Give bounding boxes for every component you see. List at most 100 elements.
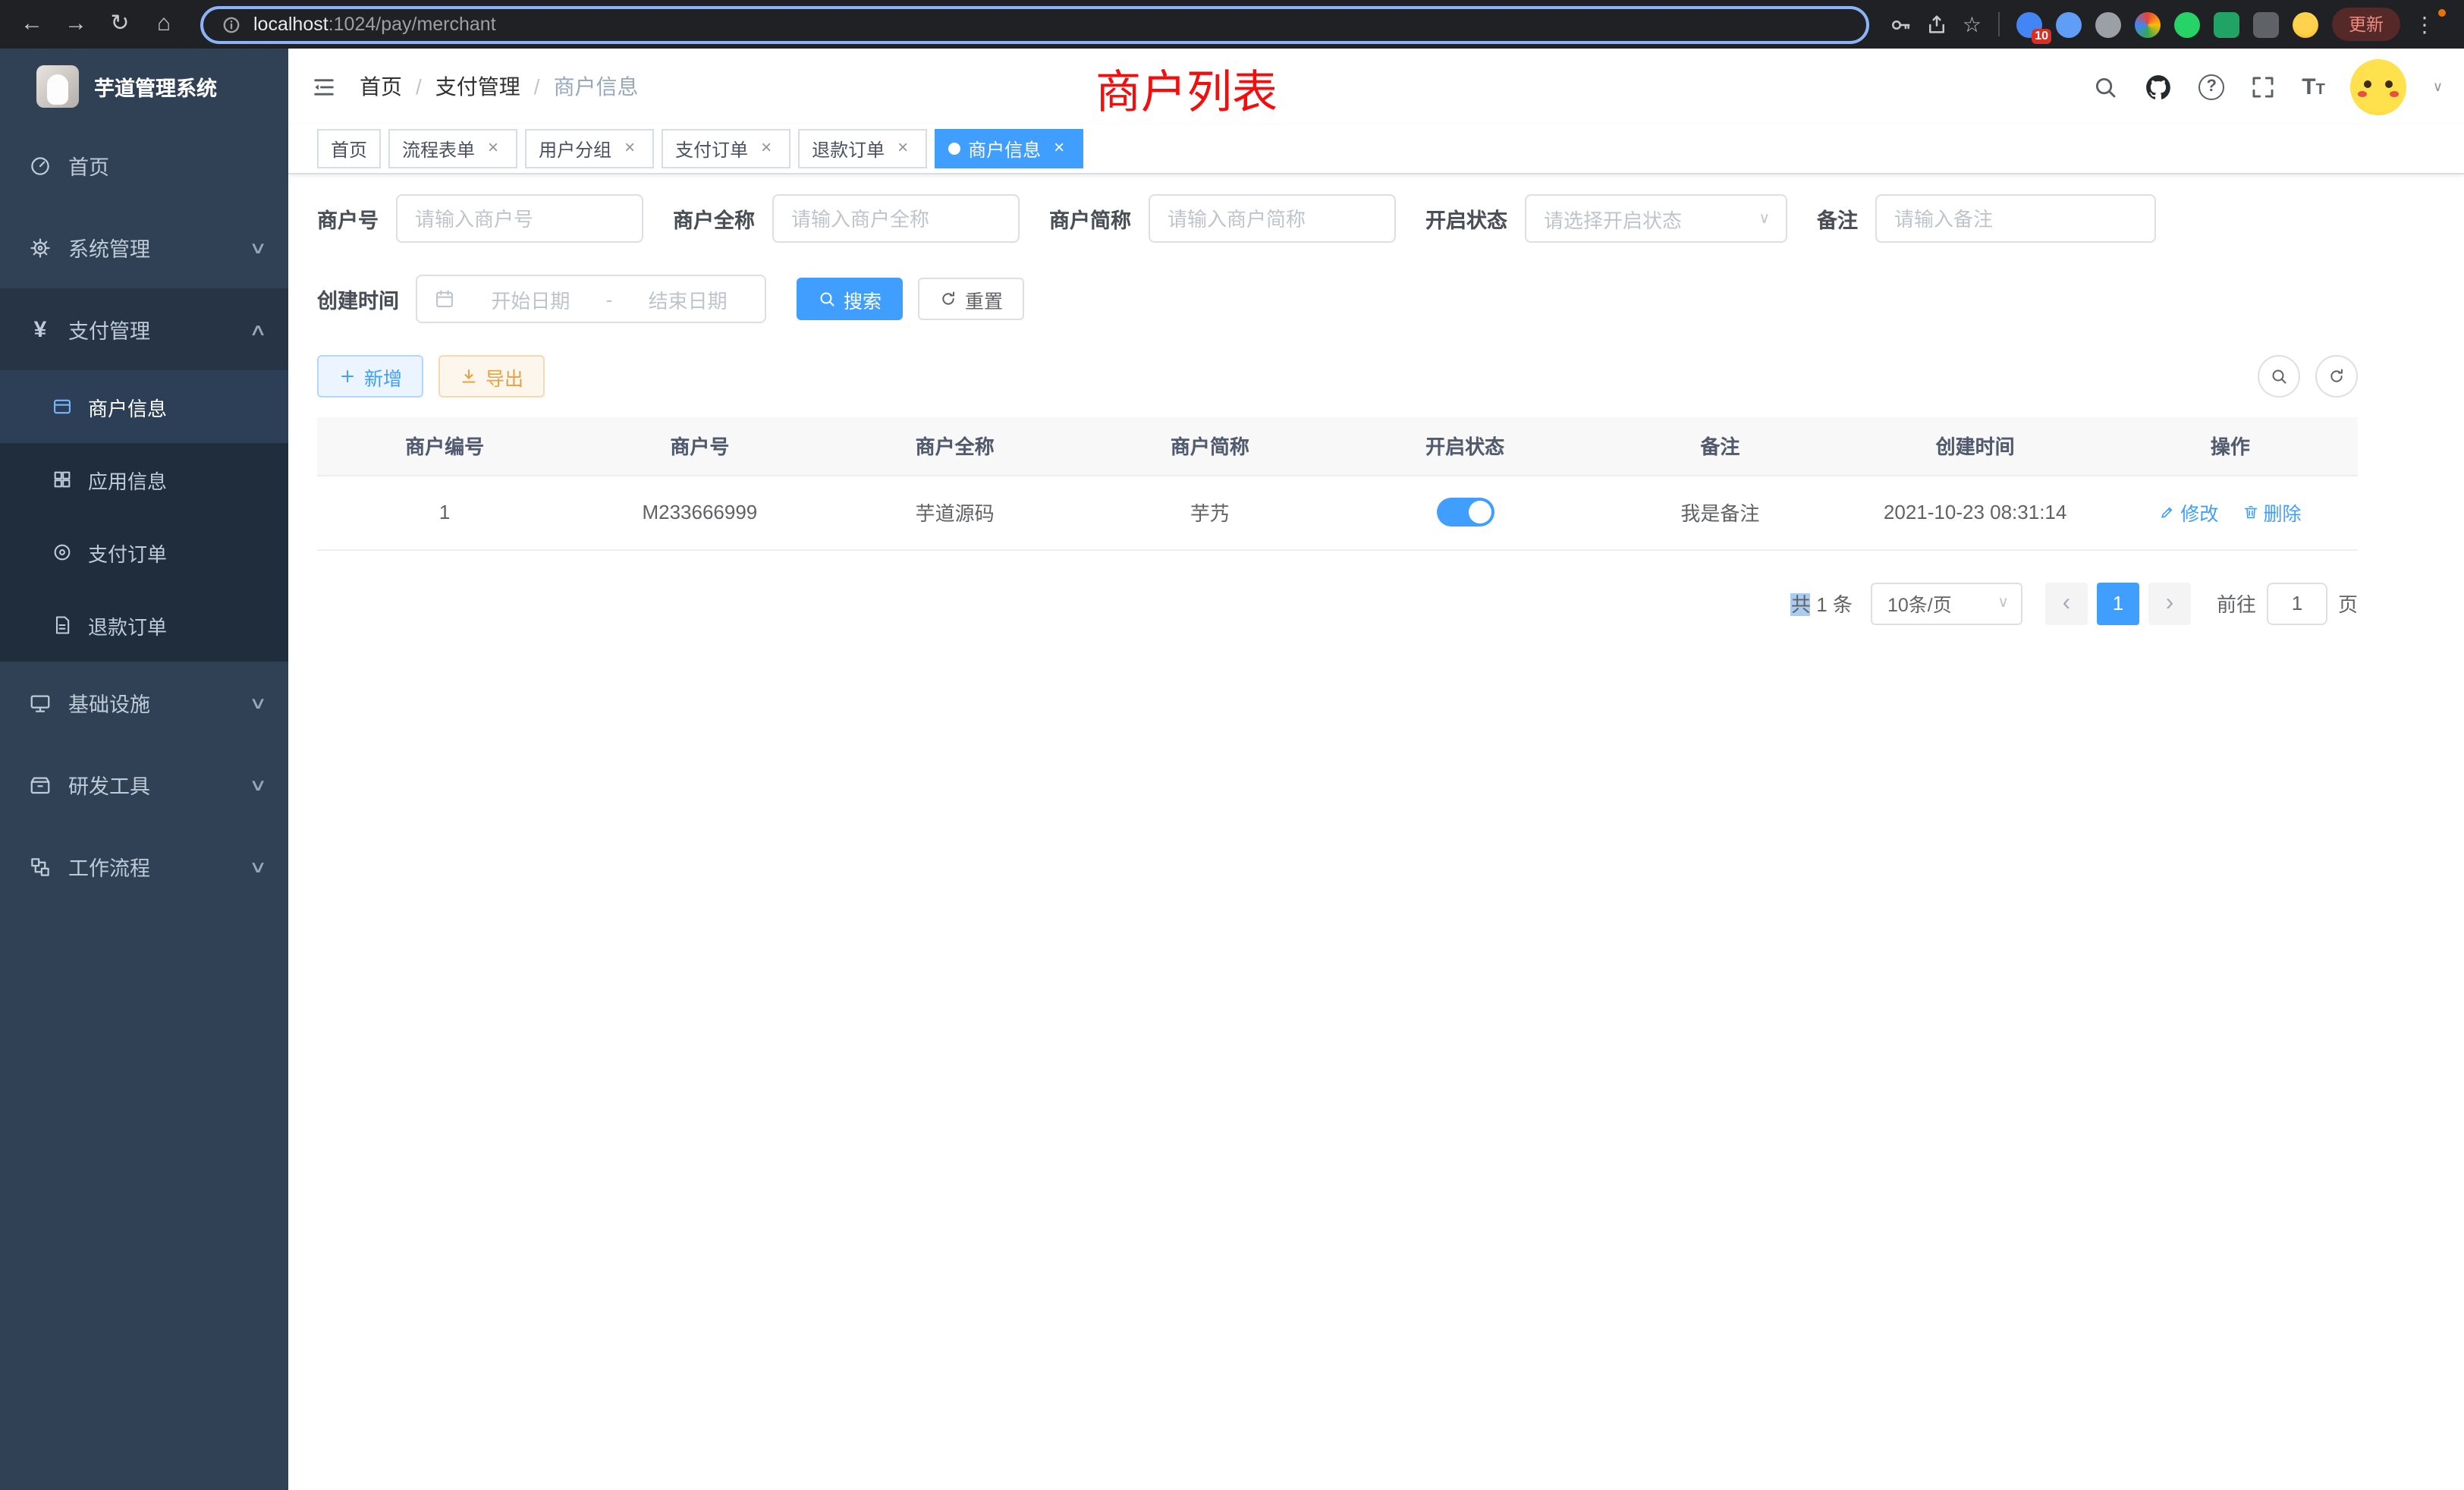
help-icon[interactable]: ? (2198, 74, 2224, 99)
merchant-no-input[interactable] (395, 194, 643, 243)
status-toggle[interactable] (1436, 498, 1494, 527)
sidebar-item-dev-tools[interactable]: 研发工具 ∨ (0, 743, 288, 825)
close-icon[interactable]: × (619, 138, 640, 159)
cell-full-name: 芋道源码 (828, 475, 1083, 549)
extension-icon-4[interactable] (2135, 11, 2161, 37)
filter-full-name: 商户全称 (673, 194, 1019, 243)
sidebar-item-app-info[interactable]: 应用信息 (0, 443, 288, 516)
extension-icon-6[interactable] (2214, 11, 2239, 37)
pagination: 共 1 条 10条/页 ∨ ‹ 1 › 前往 页 (317, 582, 2358, 624)
search-icon (818, 290, 836, 308)
dashboard-icon (29, 154, 52, 177)
browser-forward-icon[interactable]: → (59, 0, 93, 49)
tab-user-group[interactable]: 用户分组× (525, 129, 654, 168)
reset-button[interactable]: 重置 (918, 278, 1024, 320)
fullscreen-icon[interactable] (2250, 74, 2276, 99)
sidebar-item-label: 支付订单 (88, 538, 167, 567)
sidebar-item-label: 商户信息 (88, 392, 167, 421)
pagination-goto: 前往 页 (2217, 582, 2358, 624)
breadcrumb-home[interactable]: 首页 (360, 71, 402, 102)
app-logo[interactable]: 芋道管理系统 (0, 49, 288, 124)
export-button[interactable]: 导出 (438, 355, 545, 398)
sidebar-item-merchant-info[interactable]: 商户信息 (0, 370, 288, 443)
refresh-table-button[interactable] (2315, 355, 2358, 398)
add-button[interactable]: 新增 (317, 355, 423, 398)
page-size-value: 10条/页 (1887, 589, 1952, 618)
extension-icon-5[interactable] (2174, 11, 2200, 37)
close-icon[interactable]: × (892, 138, 913, 159)
page-number-1[interactable]: 1 (2097, 582, 2139, 624)
search-button[interactable]: 搜索 (797, 278, 903, 320)
yen-icon: ¥ (29, 316, 52, 342)
site-info-icon[interactable] (222, 14, 241, 34)
edit-link[interactable]: 修改 (2159, 498, 2218, 527)
col-header: 操作 (2103, 417, 2358, 475)
address-bar[interactable]: localhost:1024/pay/merchant (200, 5, 1870, 43)
close-icon[interactable]: × (756, 138, 777, 159)
extension-icon-1[interactable]: 10 (2016, 11, 2042, 37)
page-size-select[interactable]: 10条/页 ∨ (1871, 582, 2022, 624)
tab-refund-order[interactable]: 退款订单× (798, 129, 927, 168)
tab-merchant-info[interactable]: 商户信息× (935, 129, 1083, 168)
user-avatar[interactable] (2351, 58, 2407, 115)
sidebar-item-label: 退款订单 (88, 611, 167, 640)
page-unit-label: 页 (2338, 589, 2358, 618)
tab-home[interactable]: 首页 (317, 129, 381, 168)
full-name-input[interactable] (772, 194, 1019, 243)
browser-reload-icon[interactable]: ↻ (103, 0, 137, 49)
breadcrumb: 首页 / 支付管理 / 商户信息 (360, 71, 639, 102)
extension-icon-2[interactable] (2056, 11, 2082, 37)
close-icon[interactable]: × (482, 138, 504, 159)
sidebar-item-pay-order[interactable]: 支付订单 (0, 516, 288, 589)
next-page-button[interactable]: › (2148, 582, 2191, 624)
calendar-icon (434, 288, 455, 310)
link-label: 删除 (2264, 498, 2302, 527)
hamburger-icon[interactable] (288, 49, 360, 124)
github-icon[interactable] (2144, 72, 2173, 101)
avatar-caret-down-icon[interactable]: ∨ (2433, 78, 2443, 95)
font-size-icon[interactable]: TT (2302, 74, 2325, 99)
sidebar-item-system[interactable]: 系统管理 ∨ (0, 206, 288, 288)
share-icon[interactable] (1926, 13, 1949, 36)
prev-page-button[interactable]: ‹ (2045, 582, 2088, 624)
profile-avatar-icon[interactable] (2293, 11, 2318, 37)
navbar-right: ? TT ∨ (2092, 58, 2443, 115)
browser-back-icon[interactable]: ← (15, 0, 49, 49)
refresh-icon (939, 290, 957, 308)
close-icon[interactable]: × (1048, 138, 1070, 159)
sidebar-item-label: 首页 (68, 150, 264, 181)
field-label: 备注 (1817, 203, 1858, 234)
date-range-picker[interactable]: 开始日期 - 结束日期 (416, 275, 766, 323)
status-select[interactable]: 请选择开启状态 ∨ (1524, 194, 1787, 243)
button-label: 导出 (486, 362, 523, 391)
breadcrumb-section[interactable]: 支付管理 (435, 71, 520, 102)
extensions-puzzle-icon[interactable] (2253, 11, 2279, 37)
tab-process-form[interactable]: 流程表单× (388, 129, 517, 168)
goto-page-input[interactable] (2267, 582, 2327, 624)
breadcrumb-separator: / (534, 74, 540, 99)
table-toolbar: 新增 导出 (317, 355, 2358, 398)
filter-remark: 备注 (1817, 194, 2155, 243)
search-icon[interactable] (2092, 74, 2118, 99)
password-key-icon[interactable] (1890, 13, 1912, 36)
toggle-search-button[interactable] (2258, 355, 2300, 398)
cell-merchant-no: M233666999 (572, 475, 827, 549)
sidebar-item-home[interactable]: 首页 (0, 124, 288, 206)
extension-icon-3[interactable] (2095, 11, 2121, 37)
tab-pay-order[interactable]: 支付订单× (662, 129, 790, 168)
remark-input[interactable] (1875, 194, 2155, 243)
delete-link[interactable]: 删除 (2242, 498, 2302, 527)
cell-status (1337, 475, 1592, 549)
sidebar-item-payment[interactable]: ¥ 支付管理 ∧ (0, 288, 288, 370)
sidebar-item-workflow[interactable]: 工作流程 ∨ (0, 825, 288, 907)
chrome-update-button[interactable]: 更新 (2332, 8, 2400, 41)
button-label: 新增 (364, 362, 402, 391)
sidebar-item-infrastructure[interactable]: 基础设施 ∨ (0, 662, 288, 743)
sidebar-item-refund-order[interactable]: 退款订单 (0, 589, 288, 662)
pagination-total: 共 1 条 (1791, 589, 1853, 618)
browser-menu-icon[interactable]: ⋮ (2414, 11, 2435, 37)
browser-home-icon[interactable]: ⌂ (147, 0, 181, 49)
short-name-input[interactable] (1148, 194, 1395, 243)
bookmark-star-icon[interactable]: ☆ (1963, 11, 1982, 37)
filter-status: 开启状态 请选择开启状态 ∨ (1425, 194, 1787, 243)
